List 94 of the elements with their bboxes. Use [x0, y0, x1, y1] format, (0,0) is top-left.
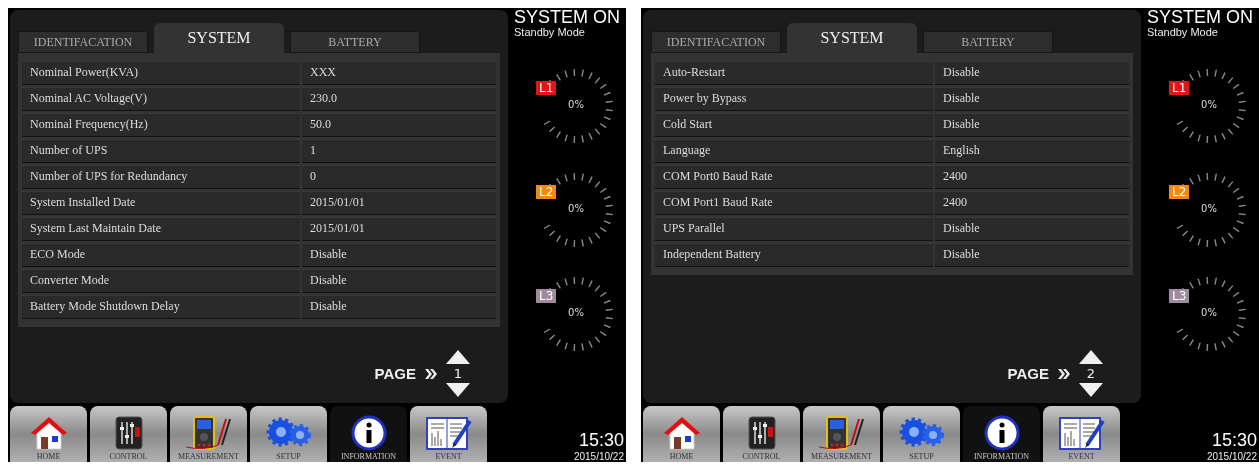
- clock-time: 15:30: [1211, 430, 1257, 451]
- setting-value: 2015/01/01: [302, 217, 496, 241]
- down-arrow-icon[interactable]: [446, 383, 470, 398]
- clock-date: 2015/10/22: [1206, 451, 1257, 462]
- nav-button[interactable]: EVENT: [1043, 406, 1120, 462]
- setting-name: Number of UPS for Redundancy: [22, 165, 300, 189]
- page-number: 1: [453, 366, 463, 382]
- load-reading: 0%: [567, 307, 585, 318]
- setting-value: 2400: [935, 165, 1129, 189]
- clock-date: 2015/10/22: [573, 451, 624, 462]
- system-status: SYSTEM ON: [1147, 8, 1254, 26]
- nav-button[interactable]: HOME: [10, 406, 87, 462]
- setting-value: Disable: [302, 295, 496, 319]
- load-reading: 0%: [1200, 99, 1218, 110]
- phase-label: L1: [536, 81, 557, 95]
- tab[interactable]: BATTERY: [923, 31, 1053, 53]
- setting-name: UPS Parallel: [655, 217, 933, 241]
- nav-button[interactable]: HOME: [643, 406, 720, 462]
- nav-button[interactable]: CONTROL: [90, 406, 167, 462]
- setting-name: System Installed Date: [22, 191, 300, 215]
- nav-button[interactable]: INFORMATION: [963, 406, 1040, 462]
- multimeter-icon: [816, 415, 867, 451]
- setting-name: Language: [655, 139, 933, 163]
- page-label: PAGE: [1007, 365, 1049, 383]
- setting-value: Disable: [302, 243, 496, 267]
- load-reading: 0%: [567, 203, 585, 214]
- double-chevron-icon: [1057, 366, 1071, 381]
- setting-name: System Last Maintain Date: [22, 217, 300, 241]
- nav-button[interactable]: EVENT: [410, 406, 487, 462]
- setting-value: 230.0: [302, 87, 496, 111]
- setting-value: Disable: [935, 113, 1129, 137]
- nav-button[interactable]: SETUP: [250, 406, 327, 462]
- info-icon: [983, 415, 1020, 451]
- setting-name: Cold Start: [655, 113, 933, 137]
- setting-value: 2400: [935, 191, 1129, 215]
- nav-button[interactable]: SETUP: [883, 406, 960, 462]
- phase-label: L1: [1169, 81, 1190, 95]
- setting-value: 1: [302, 139, 496, 163]
- setting-value: Disable: [302, 269, 496, 293]
- nav-button[interactable]: CONTROL: [723, 406, 800, 462]
- system-status: SYSTEM ON: [514, 8, 621, 26]
- house-icon: [661, 415, 702, 451]
- setting-name: Nominal Frequency(Hz): [22, 113, 300, 137]
- setting-value: Disable: [935, 217, 1129, 241]
- phase-label: L2: [1169, 185, 1190, 199]
- setting-name: Auto-Restart: [655, 61, 933, 85]
- setting-value: XXX: [302, 61, 496, 85]
- multimeter-icon: [183, 415, 234, 451]
- tab[interactable]: BATTERY: [290, 31, 420, 53]
- up-arrow-icon[interactable]: [446, 350, 470, 365]
- mode-label: Standby Mode: [514, 26, 586, 38]
- page-number: 2: [1086, 366, 1096, 382]
- setting-name: COM Port1 Baud Rate: [655, 191, 933, 215]
- info-icon: [350, 415, 387, 451]
- setting-name: Number of UPS: [22, 139, 300, 163]
- mode-label: Standby Mode: [1147, 26, 1219, 38]
- down-arrow-icon[interactable]: [1079, 383, 1103, 398]
- nav-button[interactable]: INFORMATION: [330, 406, 407, 462]
- up-arrow-icon[interactable]: [1079, 350, 1103, 365]
- clock-time: 15:30: [578, 430, 624, 451]
- setting-name: Battery Mode Shutdown Delay: [22, 295, 300, 319]
- setting-name: Nominal AC Voltage(V): [22, 87, 300, 111]
- load-reading: 0%: [1200, 307, 1218, 318]
- setting-value: Disable: [935, 243, 1129, 267]
- double-chevron-icon: [424, 366, 438, 381]
- load-reading: 0%: [1200, 203, 1218, 214]
- control-panel-icon: [113, 415, 144, 451]
- setting-name: ECO Mode: [22, 243, 300, 267]
- tab[interactable]: IDENTIFACATION: [651, 31, 781, 53]
- setting-value: English: [935, 139, 1129, 163]
- logbook-icon: [1056, 415, 1107, 451]
- setting-value: Disable: [935, 61, 1129, 85]
- phase-label: L3: [536, 289, 557, 303]
- setting-name: Power by Bypass: [655, 87, 933, 111]
- tab[interactable]: SYSTEM: [787, 23, 917, 53]
- setting-name: Independent Battery: [655, 243, 933, 267]
- phase-label: L2: [536, 185, 557, 199]
- setting-value: 0: [302, 165, 496, 189]
- setting-name: COM Port0 Baud Rate: [655, 165, 933, 189]
- setting-value: 50.0: [302, 113, 496, 137]
- logbook-icon: [423, 415, 474, 451]
- tab[interactable]: SYSTEM: [154, 23, 284, 53]
- tab[interactable]: IDENTIFACATION: [18, 31, 148, 53]
- page-label: PAGE: [374, 365, 416, 383]
- setting-name: Nominal Power(KVA): [22, 61, 300, 85]
- nav-button[interactable]: MEASUREMENT: [803, 406, 880, 462]
- phase-label: L3: [1169, 289, 1190, 303]
- house-icon: [28, 415, 69, 451]
- load-reading: 0%: [567, 99, 585, 110]
- nav-button[interactable]: MEASUREMENT: [170, 406, 247, 462]
- setting-value: Disable: [935, 87, 1129, 111]
- setting-value: 2015/01/01: [302, 191, 496, 215]
- setting-name: Converter Mode: [22, 269, 300, 293]
- control-panel-icon: [746, 415, 777, 451]
